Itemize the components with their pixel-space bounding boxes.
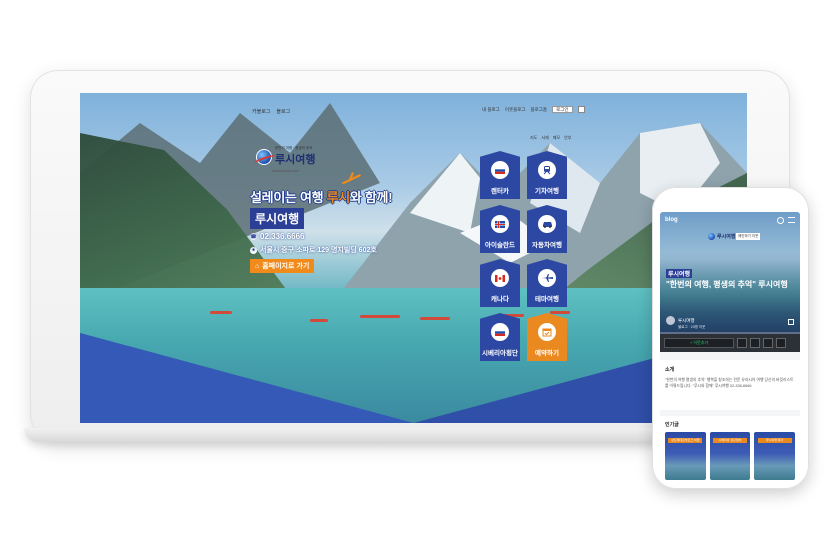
plane-icon bbox=[538, 269, 556, 287]
logo-name: 루시여행 bbox=[275, 154, 316, 166]
kayak bbox=[310, 319, 328, 322]
subnav-guestbook[interactable]: 안부 bbox=[564, 135, 571, 141]
blog-home-link[interactable]: 블로그홈 bbox=[531, 107, 548, 113]
laptop-base bbox=[24, 428, 684, 442]
login-button[interactable]: 로그인 bbox=[552, 106, 573, 113]
blog-subnav: 지도 서재 메모 안부 bbox=[530, 135, 572, 141]
russia-flag-icon bbox=[491, 161, 509, 179]
canada-flag-icon bbox=[491, 269, 509, 287]
profile-icon[interactable] bbox=[763, 338, 773, 348]
train-icon bbox=[538, 161, 556, 179]
popular-post-card[interactable]: 루시여행 특가 bbox=[754, 432, 796, 480]
app-grid-icon[interactable] bbox=[577, 106, 585, 113]
tile-canada[interactable]: 캐나다 bbox=[480, 259, 520, 307]
subnav-memo[interactable]: 메모 bbox=[553, 135, 560, 141]
address-text: 서울시 중구 소파로 129 명지빌딩 602호 bbox=[260, 247, 377, 254]
home-icon: ⌂ bbox=[255, 262, 260, 270]
mobile-brand-logo: 루시여행 bbox=[708, 233, 735, 240]
list-icon[interactable] bbox=[737, 338, 747, 348]
brand-logo[interactable]: 한번의 여행 · 평생의 추억 루시여행 bbox=[256, 146, 315, 167]
tile-reservation[interactable]: 예약하기 bbox=[527, 313, 567, 361]
blog-logo[interactable]: blog bbox=[665, 217, 678, 223]
blog-topbar-left: 카블로그 블로그 bbox=[252, 108, 290, 115]
my-blog-link[interactable]: 내 블로그 bbox=[482, 107, 500, 113]
share-icon[interactable] bbox=[788, 319, 794, 325]
tile-car-travel[interactable]: 자동차여행 bbox=[527, 205, 567, 253]
blogger-name: 루시여행 bbox=[678, 317, 695, 323]
topbar-link[interactable]: 블로그 bbox=[276, 108, 290, 115]
menu-icon[interactable] bbox=[788, 216, 795, 223]
avatar[interactable] bbox=[666, 316, 675, 325]
kayak bbox=[420, 317, 450, 320]
globe-logo-icon bbox=[708, 233, 715, 240]
tile-iceland[interactable]: 아이슬란드 bbox=[480, 205, 520, 253]
blog-topbar-right: 내 블로그 이웃블로그 블로그홈 로그인 bbox=[482, 106, 585, 113]
mobile-action-bar: + 이웃추가 bbox=[660, 334, 800, 352]
mobile-brand-tag: 루시여행 bbox=[666, 269, 693, 278]
blogger-meta: 블로그 · 23명 이웃 bbox=[678, 325, 706, 329]
tile-rentcar[interactable]: 렌터카 bbox=[480, 151, 520, 199]
contact-address: ● 서울시 중구 소파로 129 명지빌딩 602호 bbox=[250, 245, 377, 255]
logo-url: www.lusitour.com bbox=[272, 169, 300, 173]
intro-title: 소개 bbox=[665, 367, 675, 373]
globe-logo-icon bbox=[256, 148, 272, 165]
blogger-row: 루시여행 bbox=[666, 316, 695, 325]
laptop-screen: 카블로그 블로그 내 블로그 이웃블로그 블로그홈 로그인 지도 서재 메모 안… bbox=[80, 93, 747, 423]
search-icon[interactable] bbox=[777, 216, 784, 224]
intro-section: 소개 "한번의 여행 평생의 추억" 행복을 창조하는 전문 유라시아 여행 당… bbox=[660, 360, 800, 410]
homepage-button-label: 홈페이지로 가기 bbox=[262, 263, 310, 270]
tile-theme-travel[interactable]: 테마여행 bbox=[527, 259, 567, 307]
homepage-button[interactable]: ⌂ 홈페이지로 가기 bbox=[250, 259, 315, 273]
airplane-icon bbox=[341, 172, 361, 184]
calendar-icon bbox=[538, 323, 556, 341]
kayak bbox=[360, 315, 400, 318]
edit-icon[interactable] bbox=[750, 338, 760, 348]
topbar-link[interactable]: 카블로그 bbox=[252, 108, 270, 115]
popular-post-card[interactable]: 상트페테르부르크 여행 bbox=[665, 432, 706, 480]
hero-headline: 설레이는 여행 루시와 함께! bbox=[250, 190, 393, 205]
hero-brand-box: 루시여행 bbox=[250, 208, 305, 229]
iceland-flag-icon bbox=[491, 215, 509, 233]
menu-tiles: 렌터카 기차여행 아이슬란드 자동차여행 캐나다 테마여행 시베리아횡단 예약하… bbox=[480, 151, 567, 361]
tile-siberia[interactable]: 시베리아횡단 bbox=[480, 313, 520, 361]
car-icon bbox=[538, 215, 556, 233]
location-pin-icon: ● bbox=[250, 246, 257, 254]
russia-flag-icon bbox=[491, 323, 509, 341]
popular-title: 인기글 bbox=[665, 422, 679, 428]
popular-post-card[interactable]: 시베리아 횡단열차 bbox=[709, 432, 751, 480]
neighbor-blog-link[interactable]: 이웃블로그 bbox=[505, 107, 526, 113]
phone-number: 02.336.6666 bbox=[260, 232, 305, 241]
chat-icon[interactable] bbox=[776, 338, 786, 348]
mobile-top-bar: blog bbox=[660, 212, 800, 228]
intro-text: "한번의 여행 평생의 추억" 행복을 창조하는 전문 유라시아 여행 당신의 … bbox=[665, 378, 794, 388]
kayak bbox=[210, 311, 232, 314]
phone-screen: blog 루시여행 메인하기 이웃 루시여행 "한번의 여행, 평생의 추억" … bbox=[660, 212, 800, 482]
popular-posts-section: 인기글 상트페테르부르크 여행 시베리아 횡단열차 루시여행 특가 bbox=[660, 416, 800, 482]
add-neighbor-button[interactable]: + 이웃추가 bbox=[664, 338, 734, 348]
subnav-library[interactable]: 서재 bbox=[541, 135, 548, 141]
tile-train-travel[interactable]: 기차여행 bbox=[527, 151, 567, 199]
device-mockup-stage: 카블로그 블로그 내 블로그 이웃블로그 블로그홈 로그인 지도 서재 메모 안… bbox=[0, 0, 829, 557]
mobile-blog-title: "한번의 여행, 평생의 추억" 루시여행 bbox=[666, 280, 788, 289]
neighbor-chip[interactable]: 메인하기 이웃 bbox=[736, 233, 761, 240]
subnav-map[interactable]: 지도 bbox=[530, 135, 537, 141]
phone-icon: ☎ bbox=[250, 233, 257, 240]
contact-phone: ☎ 02.336.6666 bbox=[250, 232, 305, 241]
